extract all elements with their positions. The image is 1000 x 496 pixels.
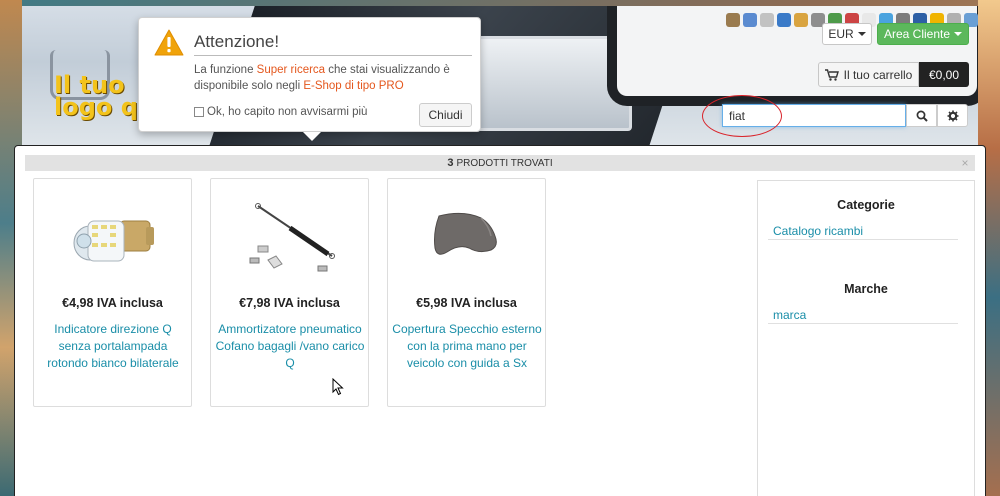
eshop-pro-highlight: E-Shop di tipo PRO <box>303 80 404 92</box>
product-name-link[interactable]: Copertura Specchio esterno con la prima … <box>392 321 542 372</box>
mirror-cover-image[interactable] <box>407 193 527 283</box>
brand-link[interactable]: marca <box>773 308 806 322</box>
product-name-link[interactable]: Ammortizatore pneumatico Cofano bagagli … <box>215 321 365 372</box>
close-icon[interactable]: × <box>958 155 972 171</box>
warning-icon <box>154 29 184 56</box>
warning-popover: Attenzione! La funzione Super ricerca ch… <box>138 17 481 141</box>
divider <box>768 323 958 324</box>
popover-arrow <box>303 132 321 141</box>
cart-button[interactable]: Il tuo carrello <box>818 62 919 87</box>
area-cliente-button[interactable]: Area Cliente <box>877 23 969 45</box>
gas-spring-image[interactable] <box>230 193 350 283</box>
popover-title: Attenzione! <box>194 32 280 51</box>
popover-divider <box>194 55 472 56</box>
popover-message: La funzione Super ricerca che stai visua… <box>194 62 474 94</box>
chevron-down-icon <box>954 32 963 36</box>
product-card[interactable]: €4,98 IVA inclusa Indicatore direzione Q… <box>33 178 192 407</box>
filters-sidebar: Categorie Catalogo ricambi Marche marca <box>757 180 975 496</box>
dont-warn-checkbox-row[interactable]: Ok, ho capito non avvisarmi più <box>194 106 367 118</box>
cart-label: Il tuo carrello <box>843 67 913 82</box>
popover-text-part: La funzione <box>194 64 257 76</box>
product-card[interactable]: €7,98 IVA inclusa Ammortizatore pneumati… <box>210 178 369 407</box>
search-input[interactable] <box>722 104 906 127</box>
search-settings-button[interactable] <box>937 104 968 127</box>
divider <box>768 239 958 240</box>
area-cliente-label: Area Cliente <box>883 27 951 41</box>
dont-warn-label: Ok, ho capito non avvisarmi più <box>207 106 368 118</box>
product-price: €5,98 IVA inclusa <box>416 296 517 310</box>
mouse-pointer-icon <box>332 378 344 396</box>
category-link[interactable]: Catalogo ricambi <box>773 224 863 238</box>
product-price: €4,98 IVA inclusa <box>62 296 163 310</box>
results-label: PRODOTTI TROVATI <box>456 157 553 169</box>
search-icon <box>916 110 928 122</box>
search-results-panel: 3 PRODOTTI TROVATI × €4,98 IVA inclusa I… <box>14 145 986 496</box>
cart-total[interactable]: €0,00 <box>919 62 969 87</box>
currency-dropdown[interactable]: EUR <box>822 23 872 45</box>
product-card[interactable]: €5,98 IVA inclusa Copertura Specchio est… <box>387 178 546 407</box>
categories-title: Categorie <box>837 198 895 212</box>
led-bulb-image[interactable] <box>53 193 173 283</box>
chevron-down-icon <box>857 32 866 36</box>
dont-warn-checkbox[interactable] <box>194 107 204 117</box>
results-count: 3 <box>447 157 454 169</box>
chiudi-button[interactable]: Chiudi <box>419 103 472 127</box>
brands-title: Marche <box>844 282 888 296</box>
super-ricerca-highlight: Super ricerca <box>256 64 326 76</box>
search-button[interactable] <box>906 104 937 127</box>
results-header: 3 PRODOTTI TROVATI <box>25 155 975 171</box>
currency-label: EUR <box>828 27 854 41</box>
gear-icon <box>947 110 958 121</box>
product-price: €7,98 IVA inclusa <box>239 296 340 310</box>
cart-icon <box>824 68 839 81</box>
product-name-link[interactable]: Indicatore direzione Q senza portalampad… <box>38 321 188 372</box>
